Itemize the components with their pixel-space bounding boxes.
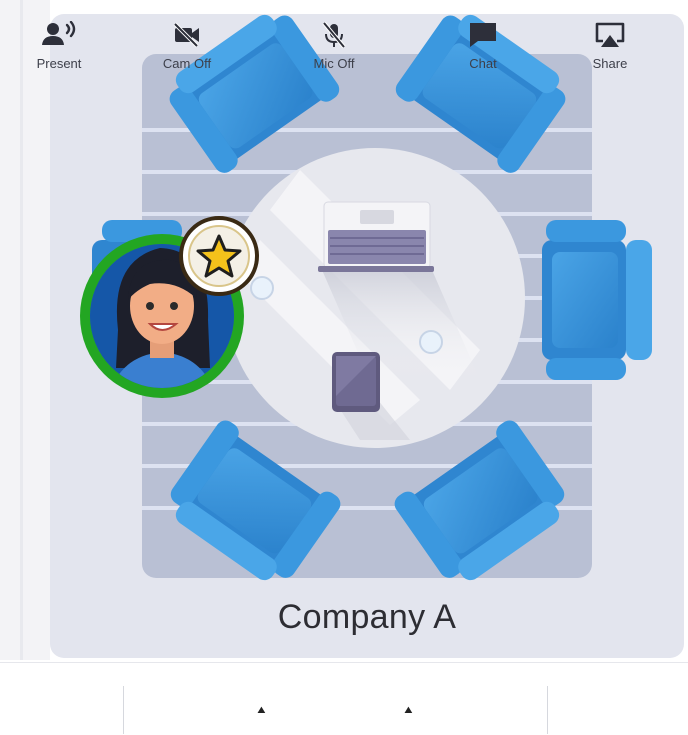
person-speaking-icon xyxy=(41,20,77,50)
chat-button[interactable]: Chat xyxy=(446,0,520,72)
toolbar-divider xyxy=(123,686,124,734)
share-label: Share xyxy=(592,56,628,71)
mic-off-icon xyxy=(321,20,347,50)
mic-label: Mic Off xyxy=(313,56,355,71)
mic-options-caret[interactable]: ▲ xyxy=(402,704,415,716)
host-star-badge xyxy=(179,216,259,296)
room-name: Company A xyxy=(277,598,457,636)
mic-toggle-button[interactable]: Mic Off xyxy=(297,0,371,72)
present-button[interactable]: Present xyxy=(22,0,96,72)
present-label: Present xyxy=(36,56,82,71)
camera-toggle-button[interactable]: Cam Off xyxy=(150,0,224,72)
meeting-room-scene xyxy=(80,14,652,581)
chair-right[interactable] xyxy=(542,220,652,380)
cup-left xyxy=(250,276,274,300)
camera-off-icon xyxy=(172,20,202,50)
chat-bubble-icon xyxy=(468,20,498,50)
toolbar-divider xyxy=(547,686,548,734)
screen-share-icon xyxy=(593,20,627,50)
chat-label: Chat xyxy=(469,56,497,71)
share-button[interactable]: Share xyxy=(573,0,647,72)
cup-right xyxy=(419,330,443,354)
cam-label: Cam Off xyxy=(162,56,212,71)
camera-options-caret[interactable]: ▲ xyxy=(255,704,268,716)
meeting-toolbar xyxy=(0,662,688,735)
